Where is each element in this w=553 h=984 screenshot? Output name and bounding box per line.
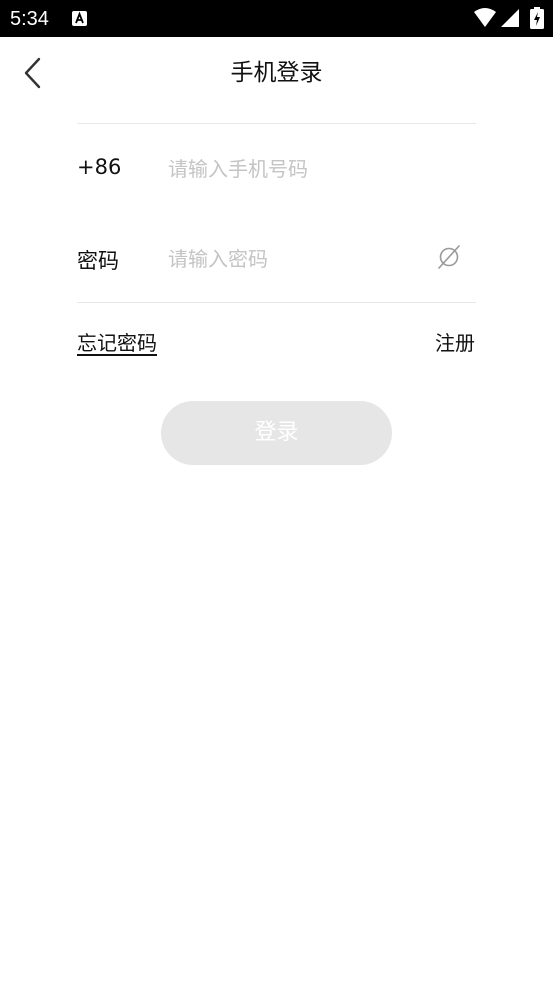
password-visibility-toggle[interactable] — [436, 244, 462, 270]
status-time: 5:34 — [10, 8, 49, 30]
phone-input[interactable] — [168, 149, 418, 189]
password-label: 密码 — [77, 249, 119, 273]
header: 手机登录 — [0, 37, 553, 109]
chevron-left-icon — [24, 57, 41, 89]
wifi-icon — [474, 8, 496, 32]
top-divider — [77, 123, 476, 124]
password-input[interactable] — [168, 239, 418, 279]
forgot-password-link[interactable]: 忘记密码 — [77, 327, 157, 356]
form-divider — [77, 302, 476, 303]
battery-charging-icon — [530, 7, 544, 33]
a-square-icon — [72, 11, 87, 26]
page-title: 手机登录 — [230, 60, 323, 86]
signal-icon — [500, 8, 520, 32]
login-button[interactable]: 登录 — [161, 401, 392, 465]
eye-off-icon — [438, 245, 460, 269]
country-code[interactable]: +86 — [77, 155, 121, 179]
back-button[interactable] — [14, 51, 54, 95]
register-link[interactable]: 注册 — [435, 327, 475, 356]
status-bar: 5:34 — [0, 0, 553, 37]
